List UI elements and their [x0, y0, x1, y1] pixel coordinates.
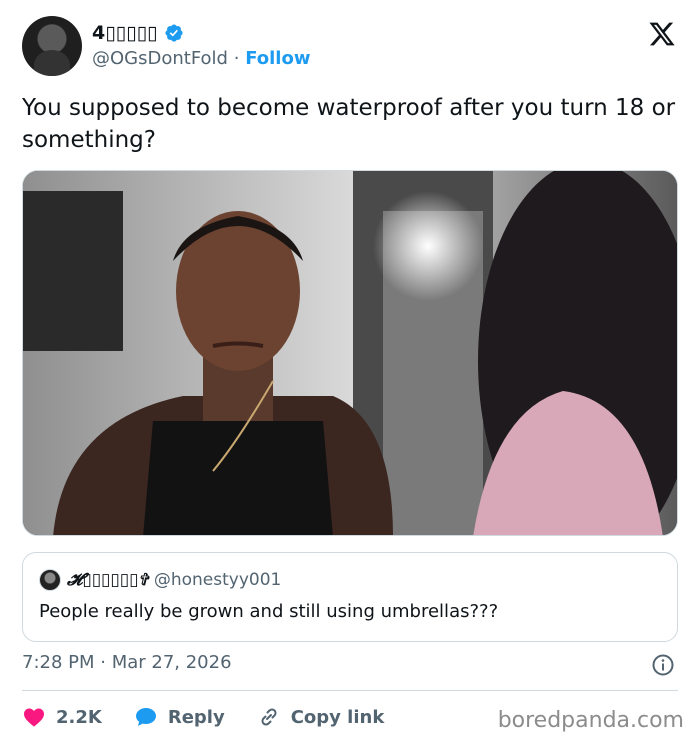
reply-label: Reply: [167, 706, 225, 728]
copy-link-button[interactable]: Copy link: [257, 705, 385, 729]
quoted-author-avatar: [39, 569, 61, 591]
link-icon: [261, 708, 277, 726]
follow-button[interactable]: Follow: [245, 48, 310, 69]
like-count: 2.2K: [56, 706, 102, 728]
quoted-tweet-text: People really be grown and still using u…: [39, 601, 499, 622]
reply-bubble-icon: [135, 708, 156, 726]
separator: ·: [233, 48, 240, 69]
copy-link-label: Copy link: [290, 706, 385, 728]
media-illustration: [23, 171, 677, 535]
boredpanda-watermark: boredpanda.com: [497, 708, 684, 733]
tweet-media-image[interactable]: [22, 170, 678, 536]
author-name-row: 4▯▯▯▯▯: [92, 22, 184, 44]
tweet-header: 4▯▯▯▯▯ @OGsDontFold · Follow: [22, 16, 682, 78]
quoted-tweet[interactable]: 𝓗▯▯▯▯▯▯✞ @honestyy001 People really be g…: [22, 552, 678, 642]
quoted-tweet-header: 𝓗▯▯▯▯▯▯✞ @honestyy001: [39, 569, 281, 591]
quoted-author-name: 𝓗▯▯▯▯▯▯✞: [67, 570, 148, 590]
quoted-author-handle: @honestyy001: [153, 570, 282, 590]
author-handle-row: @OGsDontFold · Follow: [92, 48, 310, 69]
reply-button[interactable]: Reply: [134, 705, 225, 729]
heart-icon: [24, 708, 44, 727]
author-name[interactable]: 4▯▯▯▯▯: [92, 22, 158, 44]
divider: [22, 690, 678, 691]
tweet-timestamp[interactable]: 7:28 PM · Mar 27, 2026: [22, 652, 232, 673]
info-icon[interactable]: [651, 653, 675, 677]
tweet-text: You supposed to become waterproof after …: [22, 95, 676, 153]
action-bar: 2.2K Reply Copy link: [22, 702, 416, 732]
verified-badge-icon: [164, 24, 183, 42]
like-button[interactable]: 2.2K: [22, 705, 102, 729]
x-logo-icon[interactable]: [648, 20, 676, 48]
author-handle[interactable]: @OGsDontFold: [92, 48, 228, 69]
author-avatar[interactable]: [22, 16, 82, 76]
